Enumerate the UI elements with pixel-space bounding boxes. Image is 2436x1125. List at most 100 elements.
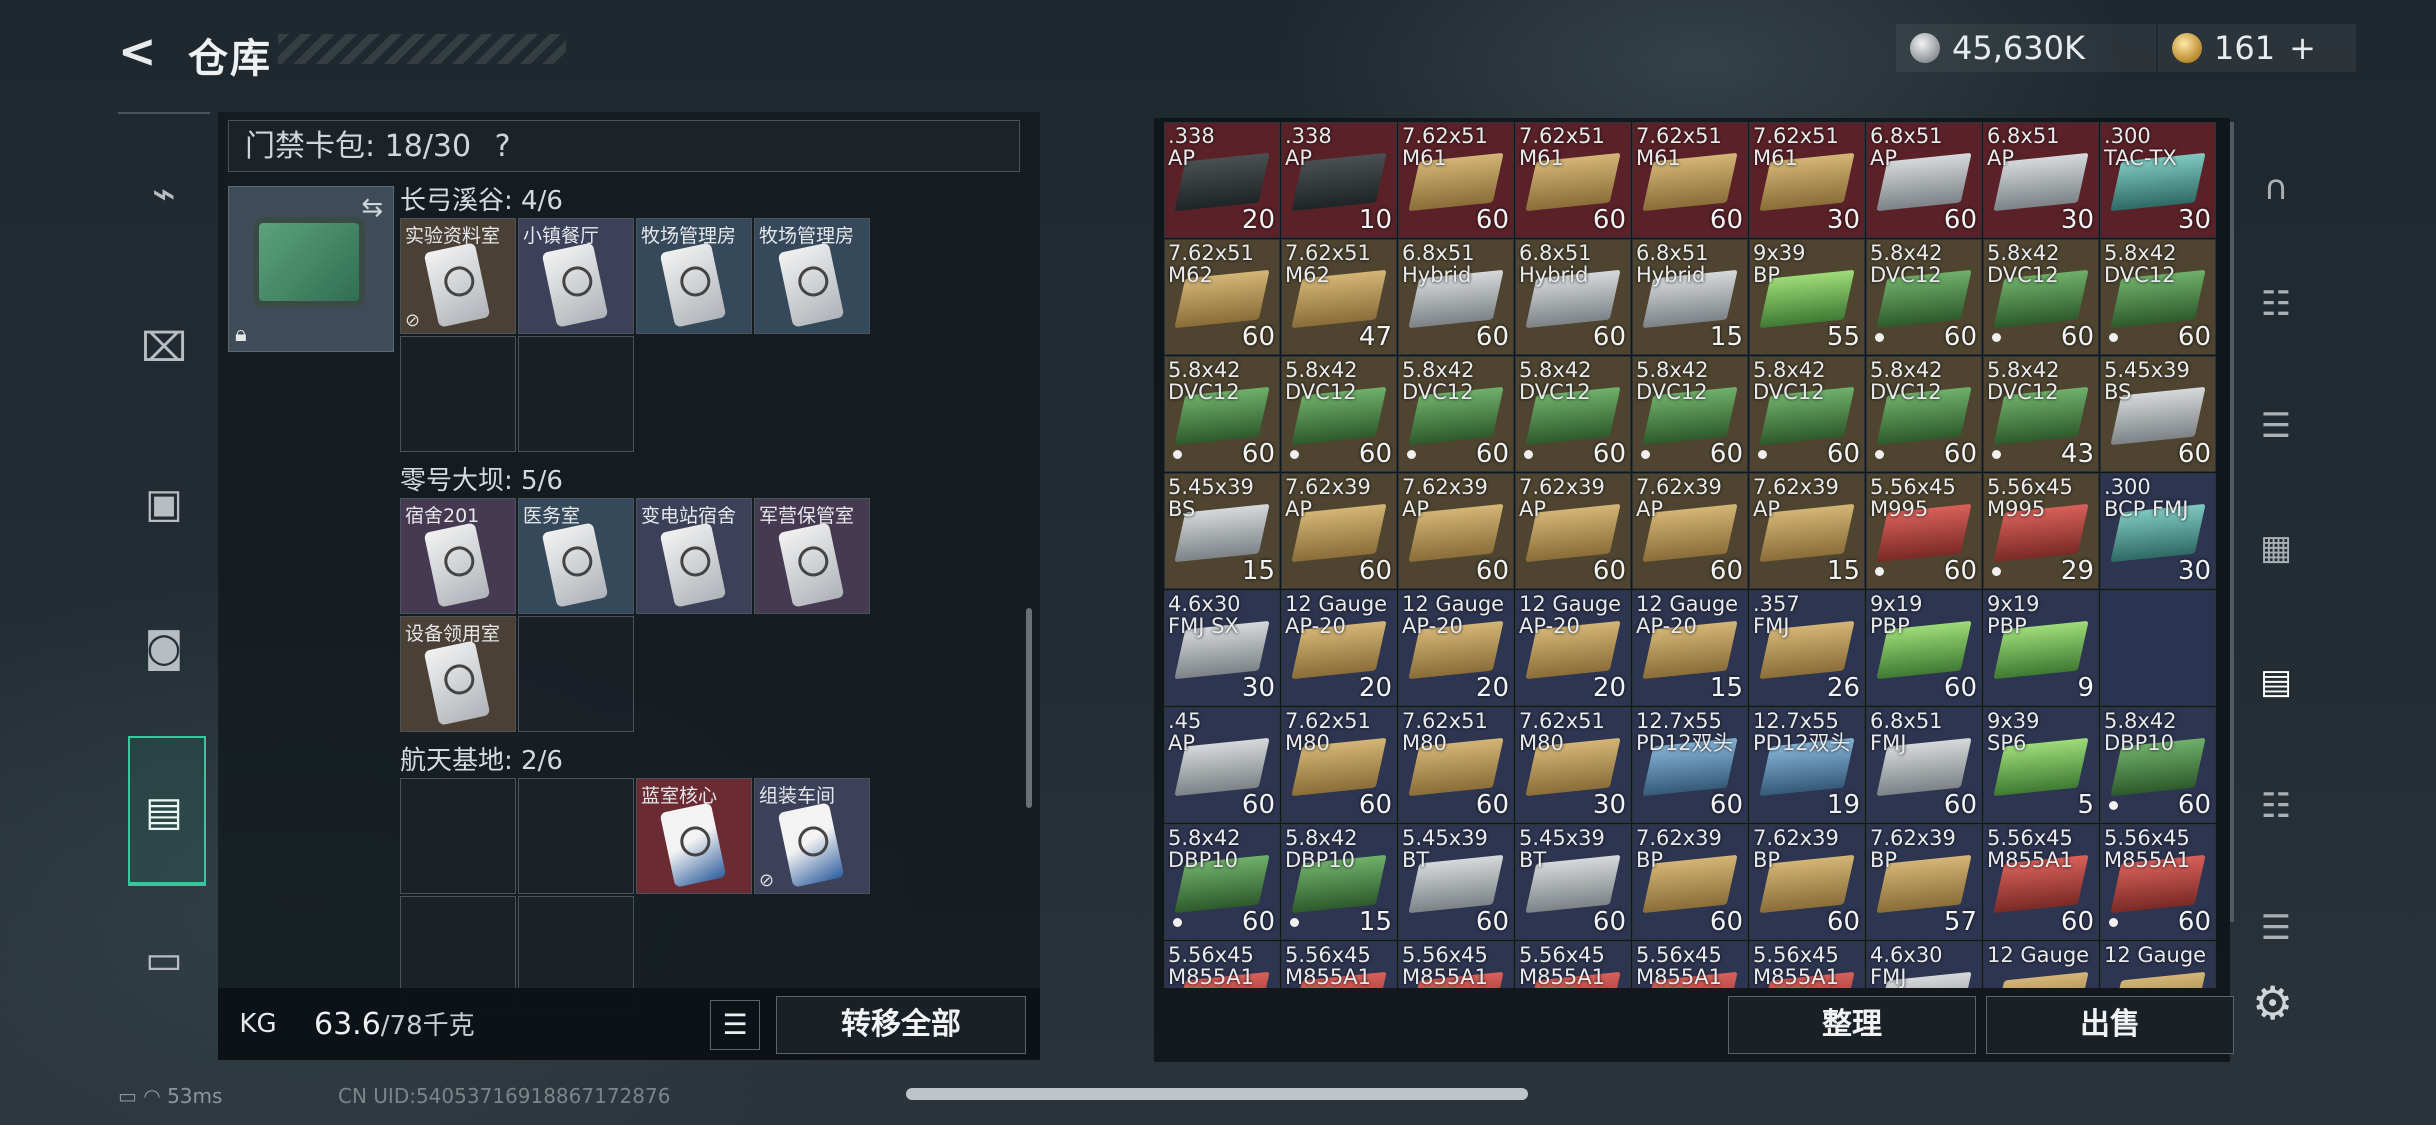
empty-keycard-slot[interactable] (518, 616, 634, 732)
inventory-item[interactable]: 5.8x42 DBP10 15 (1281, 824, 1397, 940)
back-arrow-icon[interactable]: < (118, 28, 162, 74)
inventory-item[interactable]: 5.45x39 BT 60 (1515, 824, 1631, 940)
inventory-item[interactable]: 9x19 PBP 60 (1866, 590, 1982, 706)
vest-icon[interactable]: ⌧ (128, 312, 200, 384)
keycard-slot[interactable]: 小镇餐厅 (518, 218, 634, 334)
inventory-item[interactable]: 5.56x45 M855A1 60 (2100, 824, 2216, 940)
inventory-item[interactable]: 12.7x55 PD12双头 19 (1749, 707, 1865, 823)
tier5-item-icon[interactable]: ▦ (2244, 516, 2308, 580)
inventory-item[interactable]: .300 TAC-TX 30 (2100, 122, 2216, 238)
inventory-item[interactable]: 5.8x42 DVC12 60 (2100, 239, 2216, 355)
inventory-item[interactable]: 7.62x39 AP 60 (1281, 473, 1397, 589)
inventory-item[interactable]: 5.56x45 M855A1 (1164, 941, 1280, 988)
keycard-slot[interactable]: 设备领用室 (400, 616, 516, 732)
swap-icon[interactable]: ⇆ (361, 193, 383, 223)
keycard-slot[interactable]: 医务室 (518, 498, 634, 614)
inventory-item[interactable]: 5.56x45 M995 29 (1983, 473, 2099, 589)
inventory-item[interactable]: 7.62x51 M61 60 (1632, 122, 1748, 238)
empty-keycard-slot[interactable] (518, 778, 634, 894)
empty-keycard-slot[interactable] (400, 336, 516, 452)
inventory-item[interactable]: 12 Gauge (1983, 941, 2099, 988)
pistol-icon[interactable]: ⌁ (128, 158, 200, 230)
sell-button[interactable]: 出售 (1986, 996, 2234, 1054)
inventory-item[interactable]: 4.6x30 FMJ (1866, 941, 1982, 988)
inventory-item[interactable]: 5.8x42 DVC12 60 (1866, 239, 1982, 355)
keycard-slot[interactable]: 组装车间 ⊘ (754, 778, 870, 894)
tier3-tool-icon[interactable]: ☷ (2244, 774, 2308, 838)
tier4-case-icon[interactable]: ▤ (2244, 650, 2308, 714)
inventory-item[interactable]: .357 FMJ 26 (1749, 590, 1865, 706)
inventory-item[interactable]: 7.62x39 AP 60 (1515, 473, 1631, 589)
inventory-item[interactable]: 4.6x30 FMJ SX 30 (1164, 590, 1280, 706)
inventory-item[interactable]: 7.62x51 M80 60 (1281, 707, 1397, 823)
keycard-slot[interactable]: 变电站宿舍 (636, 498, 752, 614)
inventory-item[interactable]: 12.7x55 PD12双头 60 (1632, 707, 1748, 823)
inventory-item[interactable]: 12 Gauge (2100, 941, 2216, 988)
inventory-item[interactable]: 9x19 PBP 9 (1983, 590, 2099, 706)
inventory-item[interactable]: 12 Gauge AP-20 20 (1398, 590, 1514, 706)
inventory-item[interactable]: 7.62x51 M80 30 (1515, 707, 1631, 823)
backpack-icon[interactable]: ◙ (128, 612, 200, 684)
stash-scrollbar[interactable] (2230, 122, 2234, 922)
inventory-item[interactable]: 5.8x42 DVC12 60 (1866, 356, 1982, 472)
inventory-item[interactable]: 7.62x51 M61 30 (1749, 122, 1865, 238)
inventory-item[interactable]: 5.56x45 M855A1 (1398, 941, 1514, 988)
help-button[interactable]: ? (495, 129, 511, 164)
tier3-bag-icon[interactable]: ☰ (2244, 896, 2308, 960)
inventory-item[interactable]: 6.8x51 AP 30 (1983, 122, 2099, 238)
inventory-item[interactable]: 5.8x42 DVC12 60 (1749, 356, 1865, 472)
inventory-item[interactable]: 5.45x39 BT 60 (1398, 824, 1514, 940)
inventory-item[interactable]: 6.8x51 Hybrid 60 (1398, 239, 1514, 355)
toolbox-icon[interactable]: ▭ (128, 924, 200, 996)
inventory-item[interactable]: 5.45x39 BS 15 (1164, 473, 1280, 589)
gear-icon[interactable]: ⚙ (2252, 976, 2293, 1030)
keycard-bag-item[interactable]: ⇆ 🔒︎ (228, 186, 394, 352)
inventory-item[interactable]: 7.62x39 AP 60 (1632, 473, 1748, 589)
inventory-item[interactable]: 6.8x51 Hybrid 15 (1632, 239, 1748, 355)
sort-button[interactable]: 整理 (1728, 996, 1976, 1054)
helmet-icon[interactable]: ∩ (2244, 156, 2308, 220)
inventory-item[interactable]: 7.62x39 BP 57 (1866, 824, 1982, 940)
gold-currency[interactable]: 161 + (2158, 24, 2356, 72)
inventory-item[interactable]: 5.56x45 M855A1 (1632, 941, 1748, 988)
inventory-item[interactable]: 5.8x42 DVC12 43 (1983, 356, 2099, 472)
empty-keycard-slot[interactable] (518, 336, 634, 452)
inventory-item[interactable]: .338 AP 10 (1281, 122, 1397, 238)
add-gold-button[interactable]: + (2289, 29, 2316, 67)
inventory-item[interactable]: .300 BCP FMJ 30 (2100, 473, 2216, 589)
inventory-item[interactable]: 6.8x51 FMJ 60 (1866, 707, 1982, 823)
inventory-item[interactable]: 7.62x51 M61 60 (1515, 122, 1631, 238)
inventory-item[interactable]: 5.8x42 DVC12 60 (1515, 356, 1631, 472)
inventory-item[interactable]: 5.56x45 M855A1 (1515, 941, 1631, 988)
inventory-item[interactable]: 5.8x42 DBP10 60 (2100, 707, 2216, 823)
keycard-slot[interactable]: 军营保管室 (754, 498, 870, 614)
inventory-item[interactable]: .45 AP 60 (1164, 707, 1280, 823)
inventory-item[interactable]: 5.8x42 DVC12 60 (1398, 356, 1514, 472)
inventory-item[interactable]: 5.45x39 BS 60 (2100, 356, 2216, 472)
armor-icon[interactable]: ▣ (128, 468, 200, 540)
inventory-item[interactable]: 7.62x39 BP 60 (1749, 824, 1865, 940)
inventory-item[interactable]: .338 AP 20 (1164, 122, 1280, 238)
keycard-slot[interactable]: 牧场管理房 (636, 218, 752, 334)
inventory-item[interactable]: 5.8x42 DVC12 60 (1632, 356, 1748, 472)
inventory-item[interactable]: 7.62x51 M61 60 (1398, 122, 1514, 238)
inventory-item[interactable]: 5.8x42 DVC12 60 (1281, 356, 1397, 472)
inventory-item[interactable]: 5.56x45 M995 60 (1866, 473, 1982, 589)
inventory-item[interactable]: 5.8x42 DBP10 60 (1164, 824, 1280, 940)
inventory-item[interactable]: 12 Gauge AP-20 20 (1515, 590, 1631, 706)
inventory-item[interactable]: 7.62x51 M62 47 (1281, 239, 1397, 355)
inventory-item[interactable]: 5.56x45 M855A1 (1281, 941, 1397, 988)
scrollbar[interactable] (1026, 608, 1032, 808)
inventory-item[interactable]: 9x39 BP 55 (1749, 239, 1865, 355)
keycard-slot[interactable]: 实验资料室 ⊘ (400, 218, 516, 334)
tier3-armor-icon[interactable]: ☷ (2244, 272, 2308, 336)
inventory-item[interactable]: 5.56x45 M855A1 (1749, 941, 1865, 988)
inventory-item[interactable]: 7.62x39 AP 60 (1398, 473, 1514, 589)
keycard-slot[interactable]: 蓝室核心 (636, 778, 752, 894)
inventory-item[interactable]: 7.62x51 M80 60 (1398, 707, 1514, 823)
transfer-all-button[interactable]: 转移全部 (776, 996, 1026, 1054)
keycard-slot[interactable]: 宿舍201 (400, 498, 516, 614)
inventory-item[interactable]: 9x39 SP6 5 (1983, 707, 2099, 823)
tier3-rig-icon[interactable]: ☰ (2244, 394, 2308, 458)
inventory-item[interactable]: 6.8x51 Hybrid 60 (1515, 239, 1631, 355)
